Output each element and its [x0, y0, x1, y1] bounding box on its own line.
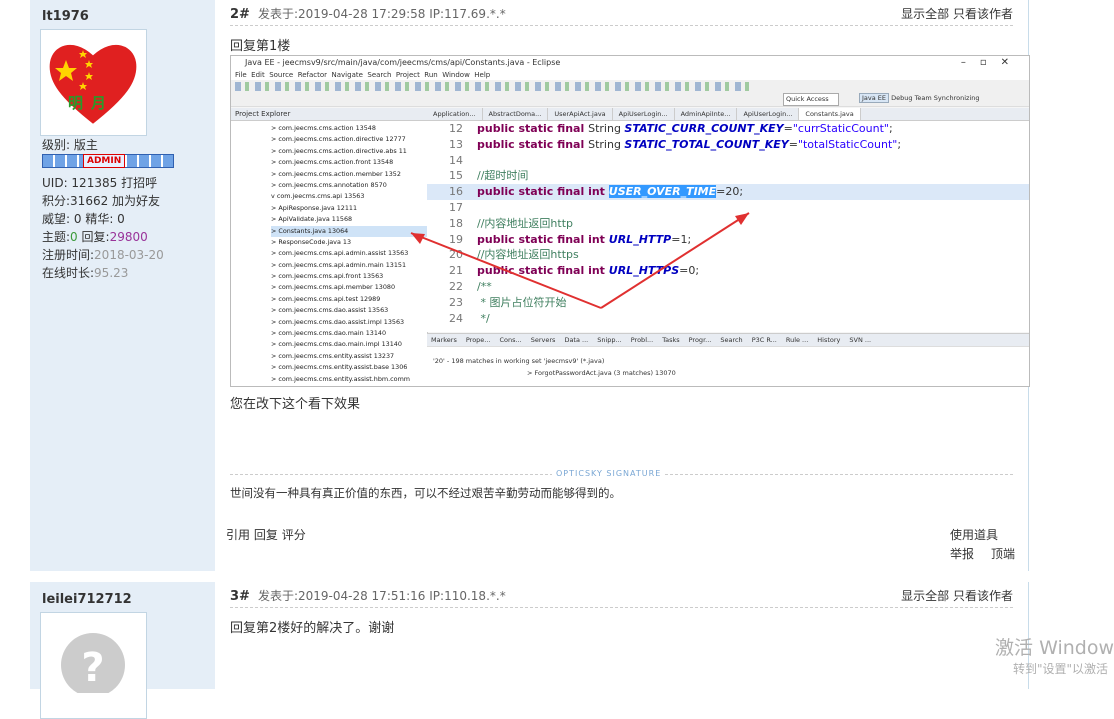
post-body: 您在改下这个看下效果 — [230, 397, 361, 412]
author-username[interactable]: lt1976 — [42, 9, 89, 24]
signature-label: OPTICSKY SIGNATURE — [552, 469, 666, 478]
activation-watermark: 激活 Window — [995, 637, 1114, 659]
author-uid: UID: 121385 — [42, 176, 118, 190]
default-avatar-icon: ? — [61, 633, 125, 697]
post-floor-2: lt1976 明月 级别: 版主 ADMIN UID: 121385 打招呼 积… — [30, 0, 1030, 571]
admin-badge-label: ADMIN — [83, 154, 126, 168]
post-header: 2# 发表于:2019-04-28 17:29:58 IP:117.69.*.* … — [230, 5, 1013, 26]
svg-text:?: ? — [81, 645, 104, 691]
replies-label: 回复: — [81, 230, 110, 244]
signature-text: 世间没有一种具有真正价值的东西，可以不经过艰苦辛勤劳动而能够得到的。 — [230, 486, 621, 500]
show-all-link[interactable]: 显示全部 — [901, 589, 949, 603]
admin-badge: ADMIN — [42, 154, 174, 168]
add-friend-link[interactable]: 加为好友 — [112, 194, 160, 208]
top-link[interactable]: 顶端 — [991, 545, 1015, 562]
author-level: 级别: 版主 — [42, 138, 98, 152]
only-author-link[interactable]: 只看该作者 — [953, 589, 1013, 603]
post-header: 3# 发表于:2019-04-28 17:51:16 IP:110.18.*.* … — [230, 587, 1013, 608]
online-label: 在线时长: — [42, 266, 95, 280]
author-sidebar: lt1976 明月 级别: 版主 ADMIN UID: 121385 打招呼 积… — [30, 0, 215, 571]
red-arrows-annotation — [410, 212, 750, 309]
avatar[interactable]: 明月 — [40, 29, 147, 136]
author-username[interactable]: leilei712712 — [42, 592, 132, 607]
author-replies[interactable]: 29800 — [110, 230, 148, 244]
rate-button[interactable]: 评分 — [282, 528, 306, 542]
post-time: 发表于:2019-04-28 17:51:16 IP:110.18.*.* — [257, 589, 506, 603]
use-tool-link[interactable]: 使用道具 — [950, 526, 998, 543]
author-info: 级别: 版主 ADMIN UID: 121385 打招呼 积分:31662 加为… — [42, 136, 174, 282]
floor-number[interactable]: 3# — [230, 589, 250, 604]
quote-button[interactable]: 引用 — [226, 528, 250, 542]
post-floor-3: leilei712712 ? 3# 发表于:2019-04-28 17:51:16… — [30, 582, 1029, 719]
avatar-text: 明月 — [68, 94, 115, 112]
post-body: 回复第2楼好的解决了。谢谢 — [230, 621, 395, 636]
author-points: 积分:31662 — [42, 194, 109, 208]
author-online-time: 95.23 — [94, 266, 129, 280]
admin-badge-row: ADMIN — [42, 154, 174, 174]
avatar[interactable]: ? — [40, 612, 147, 719]
author-reg-date: 2018-03-20 — [94, 248, 164, 262]
author-prestige: 威望: 0 — [42, 212, 82, 226]
topics-label: 主题: — [42, 230, 71, 244]
signature-divider: OPTICSKY SIGNATURE — [230, 469, 1013, 478]
post-header-links: 显示全部 只看该作者 — [901, 587, 1013, 604]
report-link[interactable]: 举报 — [950, 545, 974, 562]
floor-number[interactable]: 2# — [230, 7, 250, 22]
activation-watermark-sub: 转到"设置"以激活 — [1012, 662, 1108, 676]
post-header-links: 显示全部 只看该作者 — [901, 5, 1013, 22]
post-time: 发表于:2019-04-28 17:29:58 IP:117.69.*.* — [257, 7, 506, 21]
post-content: 3# 发表于:2019-04-28 17:51:16 IP:110.18.*.* … — [215, 582, 1028, 689]
show-all-link[interactable]: 显示全部 — [901, 7, 949, 21]
heart-flag-icon — [47, 43, 139, 127]
reg-label: 注册时间: — [42, 248, 95, 262]
post-content: 2# 发表于:2019-04-28 17:29:58 IP:117.69.*.* … — [215, 0, 1030, 571]
eclipse-screenshot[interactable]: Java EE - jeecmsv9/src/main/java/com/jee… — [230, 55, 1030, 387]
author-essence: 精华: 0 — [85, 212, 125, 226]
reply-button[interactable]: 回复 — [254, 528, 278, 542]
greet-link[interactable]: 打招呼 — [121, 176, 157, 190]
author-sidebar: leilei712712 ? — [30, 582, 215, 719]
only-author-link[interactable]: 只看该作者 — [953, 7, 1013, 21]
reply-quote: 回复第1楼 — [230, 39, 291, 54]
post-actions: 引用 回复 评分 — [226, 526, 306, 543]
author-topics[interactable]: 0 — [70, 230, 78, 244]
